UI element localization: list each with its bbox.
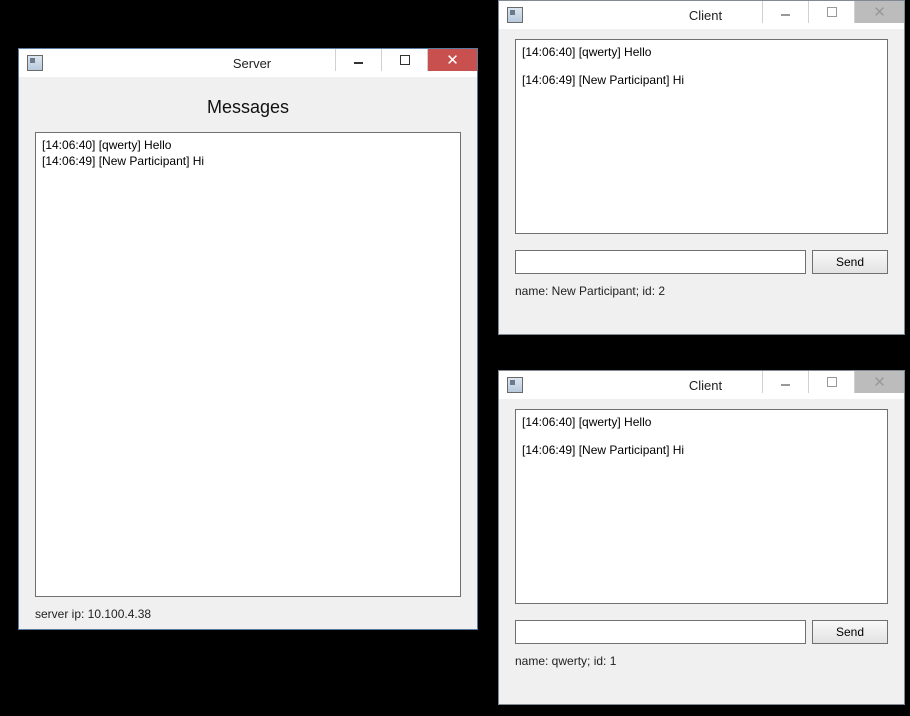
close-button[interactable]: ✕ xyxy=(854,371,904,393)
send-button[interactable]: Send xyxy=(812,620,888,644)
close-button[interactable]: ✕ xyxy=(427,49,477,71)
close-icon: ✕ xyxy=(446,53,459,68)
client2-titlebar[interactable]: Client ✕ xyxy=(499,371,904,399)
client2-status: name: qwerty; id: 1 xyxy=(515,644,888,668)
maximize-button[interactable] xyxy=(808,1,854,23)
client2-message-list[interactable]: [14:06:40] [qwerty] Hello [14:06:49] [Ne… xyxy=(515,409,888,604)
window-controls: ✕ xyxy=(335,49,477,71)
close-icon: ✕ xyxy=(873,375,886,390)
minimize-button[interactable] xyxy=(762,371,808,393)
client1-titlebar[interactable]: Client ✕ xyxy=(499,1,904,29)
minimize-button[interactable] xyxy=(762,1,808,23)
client1-message-list[interactable]: [14:06:40] [qwerty] Hello [14:06:49] [Ne… xyxy=(515,39,888,234)
server-message-list[interactable]: [14:06:40] [qwerty] Hello [14:06:49] [Ne… xyxy=(35,132,461,597)
message-line: [14:06:40] [qwerty] Hello xyxy=(522,414,881,430)
client1-body: [14:06:40] [qwerty] Hello [14:06:49] [Ne… xyxy=(499,29,904,334)
window-controls: ✕ xyxy=(762,371,904,393)
close-button[interactable]: ✕ xyxy=(854,1,904,23)
message-line: [14:06:40] [qwerty] Hello xyxy=(522,44,881,60)
server-titlebar[interactable]: Server ✕ xyxy=(19,49,477,77)
server-status: server ip: 10.100.4.38 xyxy=(35,597,461,621)
maximize-button[interactable] xyxy=(808,371,854,393)
message-line: [14:06:40] [qwerty] Hello xyxy=(42,137,454,153)
maximize-button[interactable] xyxy=(381,49,427,71)
server-body: Messages [14:06:40] [qwerty] Hello [14:0… xyxy=(19,77,477,629)
window-icon xyxy=(507,377,523,393)
send-button[interactable]: Send xyxy=(812,250,888,274)
window-icon xyxy=(507,7,523,23)
send-row: Send xyxy=(515,250,888,274)
message-input[interactable] xyxy=(515,620,806,644)
send-row: Send xyxy=(515,620,888,644)
messages-heading: Messages xyxy=(35,97,461,118)
client1-status: name: New Participant; id: 2 xyxy=(515,274,888,298)
close-icon: ✕ xyxy=(873,5,886,20)
minimize-button[interactable] xyxy=(335,49,381,71)
message-line: [14:06:49] [New Participant] Hi xyxy=(522,442,881,458)
message-input[interactable] xyxy=(515,250,806,274)
message-line: [14:06:49] [New Participant] Hi xyxy=(522,72,881,88)
client2-body: [14:06:40] [qwerty] Hello [14:06:49] [Ne… xyxy=(499,399,904,704)
server-window: Server ✕ Messages [14:06:40] [qwerty] He… xyxy=(18,48,478,630)
message-line: [14:06:49] [New Participant] Hi xyxy=(42,153,454,169)
window-icon xyxy=(27,55,43,71)
client2-window: Client ✕ [14:06:40] [qwerty] Hello [14:0… xyxy=(498,370,905,705)
window-controls: ✕ xyxy=(762,1,904,23)
client1-window: Client ✕ [14:06:40] [qwerty] Hello [14:0… xyxy=(498,0,905,335)
